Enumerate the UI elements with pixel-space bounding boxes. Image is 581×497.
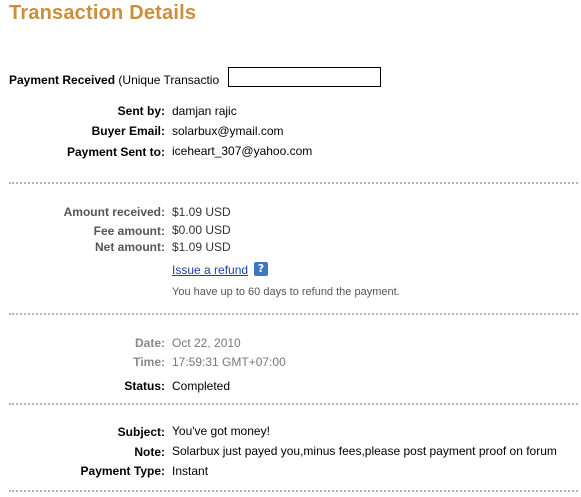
refund-note: You have up to 60 days to refund the pay… bbox=[172, 286, 400, 298]
buyer-email-value: solarbux@ymail.com bbox=[172, 124, 284, 138]
separator bbox=[9, 182, 578, 184]
date-value: Oct 22, 2010 bbox=[172, 336, 241, 350]
payment-sent-to-value: iceheart_307@yahoo.com bbox=[172, 144, 313, 158]
amount-received-value: $1.09 USD bbox=[172, 205, 231, 219]
status-label: Status: bbox=[124, 379, 165, 393]
net-amount-value: $1.09 USD bbox=[172, 240, 231, 254]
transaction-id-redaction-box bbox=[228, 67, 381, 87]
subject-label: Subject: bbox=[117, 425, 165, 439]
note-value: Solarbux just payed you,minus fees,pleas… bbox=[172, 444, 557, 458]
payment-type-value: Instant bbox=[172, 464, 209, 478]
sent-by-value: damjan rajic bbox=[172, 104, 237, 118]
transaction-id-label: (Unique Transactio bbox=[118, 73, 220, 87]
separator bbox=[9, 403, 578, 405]
subject-value: You've got money! bbox=[172, 424, 270, 438]
fee-amount-value: $0.00 USD bbox=[172, 223, 231, 237]
separator bbox=[9, 313, 578, 315]
payment-sent-to-label: Payment Sent to: bbox=[66, 145, 165, 159]
net-amount-label: Net amount: bbox=[95, 240, 165, 254]
date-label: Date: bbox=[134, 336, 165, 350]
status-value: Completed bbox=[172, 379, 231, 393]
time-value: 17:59:31 GMT+07:00 bbox=[172, 355, 286, 369]
page-title: Transaction Details bbox=[9, 2, 197, 24]
note-label: Note: bbox=[134, 445, 165, 459]
question-mark-icon[interactable]: ? bbox=[254, 262, 268, 276]
payment-type-label: Payment Type: bbox=[80, 464, 165, 478]
fee-amount-label: Fee amount: bbox=[93, 224, 165, 238]
payment-received-line: Payment Received (Unique Transactio bbox=[9, 73, 219, 87]
issue-refund-link[interactable]: Issue a refund bbox=[172, 263, 248, 277]
separator bbox=[9, 490, 578, 492]
amount-received-label: Amount received: bbox=[63, 205, 165, 219]
time-label: Time: bbox=[133, 355, 165, 369]
sent-by-label: Sent by: bbox=[117, 104, 165, 118]
payment-received-label: Payment Received bbox=[9, 73, 116, 87]
buyer-email-label: Buyer Email: bbox=[91, 124, 165, 138]
